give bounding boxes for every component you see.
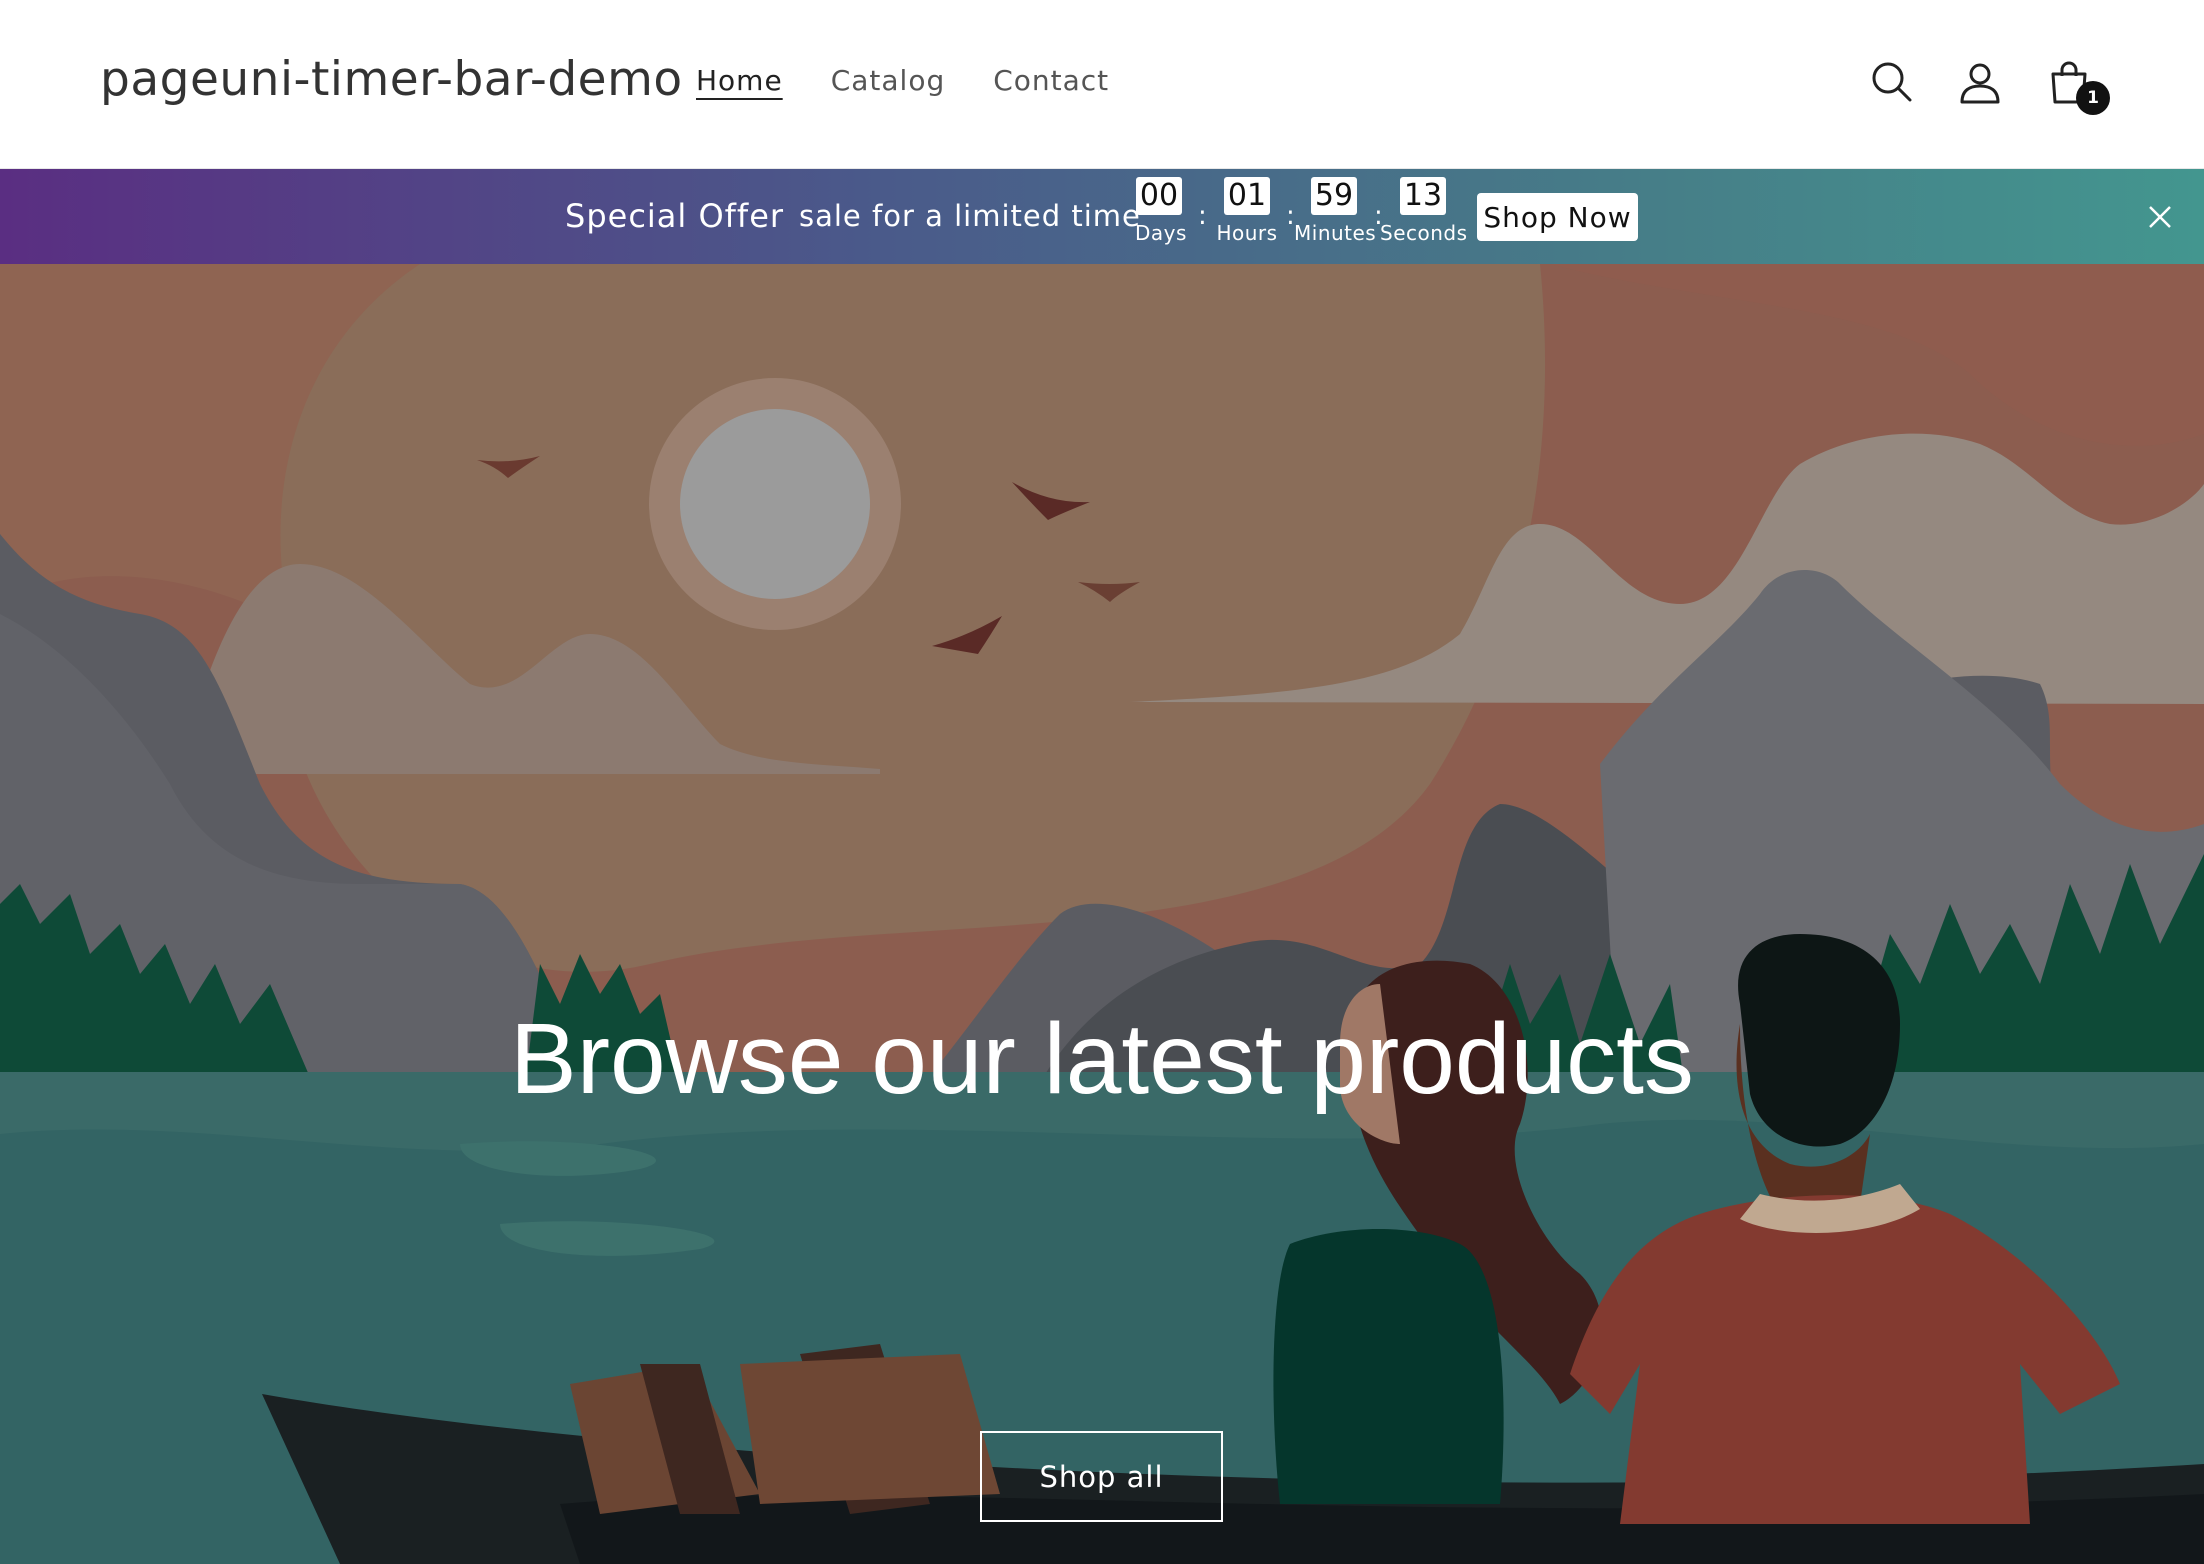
countdown-minutes-label: Minutes bbox=[1294, 221, 1377, 245]
cart-icon[interactable]: 1 bbox=[2045, 58, 2110, 115]
shop-now-button[interactable]: Shop Now bbox=[1477, 193, 1638, 241]
shop-all-button[interactable]: Shop all bbox=[980, 1431, 1223, 1522]
search-icon[interactable] bbox=[1868, 58, 1916, 106]
nav-home[interactable]: Home bbox=[696, 64, 783, 97]
offer-subtitle: sale for a limited time bbox=[799, 199, 1141, 233]
countdown-minutes: 59 Minutes bbox=[1294, 177, 1377, 245]
main-nav: Home Catalog Contact bbox=[696, 64, 1109, 97]
countdown-days-label: Days bbox=[1135, 221, 1187, 245]
nav-catalog[interactable]: Catalog bbox=[831, 64, 946, 97]
close-icon[interactable] bbox=[2146, 203, 2174, 231]
countdown-separator: : bbox=[1198, 201, 1207, 231]
countdown-days: 00 Days bbox=[1135, 177, 1187, 245]
timer-bar: Special Offer sale for a limited time 00… bbox=[0, 169, 2204, 264]
countdown-minutes-value: 59 bbox=[1310, 177, 1358, 215]
site-logo[interactable]: pageuni-timer-bar-demo bbox=[100, 52, 683, 107]
site-header: pageuni-timer-bar-demo Home Catalog Cont… bbox=[0, 0, 2204, 169]
hero-banner: Browse our latest products Shop all bbox=[0, 264, 2204, 1564]
cart-count-badge: 1 bbox=[2076, 81, 2110, 115]
offer-title: Special Offer bbox=[565, 197, 785, 235]
countdown-seconds-value: 13 bbox=[1399, 177, 1447, 215]
hero-title: Browse our latest products bbox=[510, 1003, 1694, 1115]
nav-contact[interactable]: Contact bbox=[993, 64, 1109, 97]
countdown-seconds: 13 Seconds bbox=[1380, 177, 1468, 245]
countdown-hours-value: 01 bbox=[1223, 177, 1271, 215]
countdown-seconds-label: Seconds bbox=[1380, 221, 1468, 245]
account-icon[interactable] bbox=[1956, 58, 2004, 106]
countdown-days-value: 00 bbox=[1135, 177, 1183, 215]
hero-illustration bbox=[0, 264, 2204, 1564]
countdown-hours-label: Hours bbox=[1216, 221, 1278, 245]
countdown-hours: 01 Hours bbox=[1216, 177, 1278, 245]
